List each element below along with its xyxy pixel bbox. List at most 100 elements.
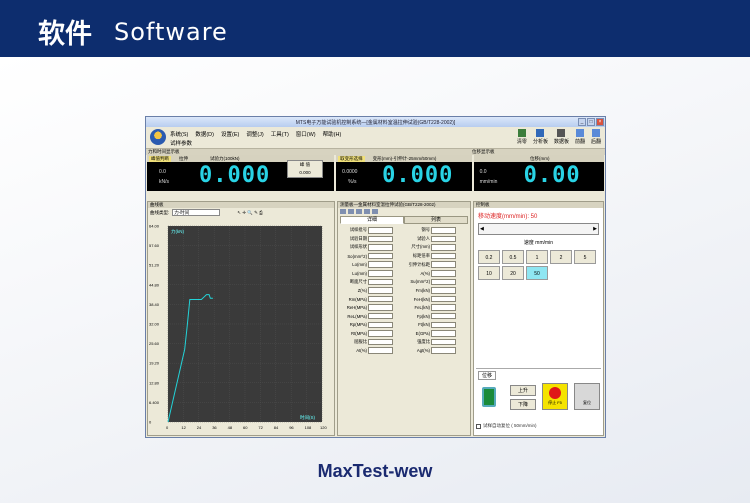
param-input[interactable] (431, 330, 456, 337)
toolbar-button[interactable]: 前翻 (575, 129, 585, 145)
menu-item[interactable]: 调整(J) (246, 130, 263, 138)
stop-label: 停止 F5 (548, 400, 562, 405)
tab-displacement[interactable]: 位移 (478, 371, 497, 380)
speed-button[interactable]: 50 (526, 266, 548, 280)
displacement-rate: 0.0 (479, 169, 487, 175)
param-label: At(%) (356, 348, 367, 354)
menu-item[interactable]: 数据(D) (195, 130, 214, 138)
tab-list[interactable]: 列表 (404, 216, 468, 224)
param-row: Lu(mm) A(%) (340, 269, 468, 278)
toolbar-icon (517, 129, 526, 137)
param-input[interactable] (368, 304, 393, 311)
param-input[interactable] (431, 261, 456, 268)
print-icon[interactable] (364, 209, 370, 214)
toolbar-button[interactable]: 分析板 (533, 129, 548, 145)
speed-button[interactable]: 10 (478, 266, 500, 280)
deformation-rate: 0.0000 (342, 169, 358, 175)
new-icon[interactable] (340, 209, 346, 214)
param-input[interactable] (431, 321, 456, 329)
jog-arrows-icon[interactable] (482, 387, 496, 407)
nav-icon[interactable] (372, 209, 378, 214)
scroll-left-icon[interactable]: ◀ (480, 226, 484, 232)
menu-item[interactable]: 设置(E) (221, 130, 239, 138)
down-button[interactable]: 下降 (510, 399, 536, 410)
menu-item[interactable]: 系统(S) (170, 130, 188, 138)
peak-judge-tab[interactable]: 峰值判断 (149, 155, 171, 162)
param-input[interactable] (368, 244, 393, 251)
curve-type-select[interactable]: 力-时间 (172, 209, 221, 216)
param-input[interactable] (431, 235, 456, 243)
params-toolbar (338, 208, 470, 215)
menu-item[interactable]: 工具(T) (271, 130, 289, 138)
peak-value: 0.000 (299, 170, 311, 175)
param-input[interactable] (368, 227, 393, 234)
speed-button[interactable]: 2 (550, 250, 572, 264)
param-input[interactable] (368, 252, 393, 260)
param-row: At(%) Agt(%) (340, 346, 468, 355)
speed-button[interactable]: 5 (574, 250, 596, 264)
param-input[interactable] (368, 235, 393, 243)
chart-tools-icon[interactable]: ↖ ✛ 🔍 ✎ ⎙ (237, 210, 263, 216)
panels: 曲线板 曲线类型: 力-时间 ↖ ✛ 🔍 ✎ ⎙ 64.00 57.60 51.20… (147, 201, 604, 436)
param-input[interactable] (431, 295, 456, 303)
x-axis-label: 时间(S) (300, 414, 315, 421)
speed-unit-label: 速度 mm/min (523, 240, 554, 246)
tab-detail[interactable]: 详细 (340, 216, 404, 224)
deformation-select-tab[interactable]: 取变形选择 (338, 155, 365, 162)
app-window: MTS电子万能试验机控制系统—[金属材料室温拉伸试验(GB/T228-2002)… (145, 116, 606, 438)
peak-popup: 峰 值 0.000 (287, 160, 323, 178)
param-input[interactable] (368, 338, 393, 346)
param-input[interactable] (431, 244, 456, 251)
param-label: Fp(kN) (416, 313, 430, 319)
param-row: ReH(MPa) FeL(kN) (340, 303, 468, 312)
param-input[interactable] (368, 278, 393, 286)
speed-button[interactable]: 20 (502, 266, 524, 280)
save-icon[interactable] (356, 209, 362, 214)
toolbar-button[interactable]: 清零 (517, 129, 527, 145)
param-input[interactable] (431, 347, 456, 354)
x-tick-label: 84 (274, 425, 279, 430)
param-label: 标距倍率 (412, 253, 430, 259)
param-input[interactable] (368, 295, 393, 303)
param-input[interactable] (368, 347, 393, 354)
param-input[interactable] (368, 287, 393, 294)
speed-button[interactable]: 0.5 (502, 250, 524, 264)
scroll-right-icon[interactable]: ▶ (593, 226, 597, 232)
param-input[interactable] (368, 312, 393, 320)
open-icon[interactable] (348, 209, 354, 214)
param-input[interactable] (431, 338, 456, 346)
x-tick-label: 36 (212, 425, 217, 430)
menu-item[interactable]: 帮助(H) (323, 130, 342, 138)
up-button[interactable]: 上升 (510, 385, 536, 396)
speed-button[interactable]: 1 (526, 250, 548, 264)
maximize-button[interactable]: □ (587, 118, 595, 126)
close-button[interactable]: × (596, 118, 604, 126)
toolbar-button[interactable]: 数据板 (554, 129, 569, 145)
param-input[interactable] (431, 270, 456, 277)
param-label: 试样批号 (349, 227, 367, 233)
param-input[interactable] (431, 312, 456, 320)
param-input[interactable] (431, 227, 456, 234)
window-titlebar: MTS电子万能试验机控制系统—[金属材料室温拉伸试验(GB/T228-2002)… (146, 117, 605, 127)
speed-scrollbar[interactable]: ◀ ▶ (478, 223, 599, 235)
window-title: MTS电子万能试验机控制系统—[金属材料室温拉伸试验(GB/T228-2002)… (295, 119, 456, 126)
auto-reset-checkbox[interactable]: 试样自动复位 ( 50mm/min) (476, 423, 537, 429)
minimize-button[interactable]: _ (578, 118, 586, 126)
reset-button[interactable]: 复位 (574, 383, 600, 410)
menu-item[interactable]: 窗口(W) (296, 130, 316, 138)
checkbox-icon[interactable] (476, 423, 481, 429)
speed-button[interactable]: 0.2 (478, 250, 500, 264)
menu-specimen-params[interactable]: 试样参数 (170, 139, 192, 147)
param-input[interactable] (431, 252, 456, 260)
stop-button[interactable]: 停止 F5 (542, 383, 568, 410)
param-input[interactable] (431, 287, 456, 294)
param-input[interactable] (431, 304, 456, 311)
toolbar-button[interactable]: 后翻 (591, 129, 601, 145)
tension-tab[interactable]: 拉伸 (179, 156, 188, 162)
param-input[interactable] (368, 330, 393, 337)
param-label: Rm(MPa) (348, 296, 367, 302)
param-input[interactable] (368, 321, 393, 329)
param-input[interactable] (368, 261, 393, 268)
param-input[interactable] (431, 278, 456, 286)
param-input[interactable] (368, 270, 393, 277)
